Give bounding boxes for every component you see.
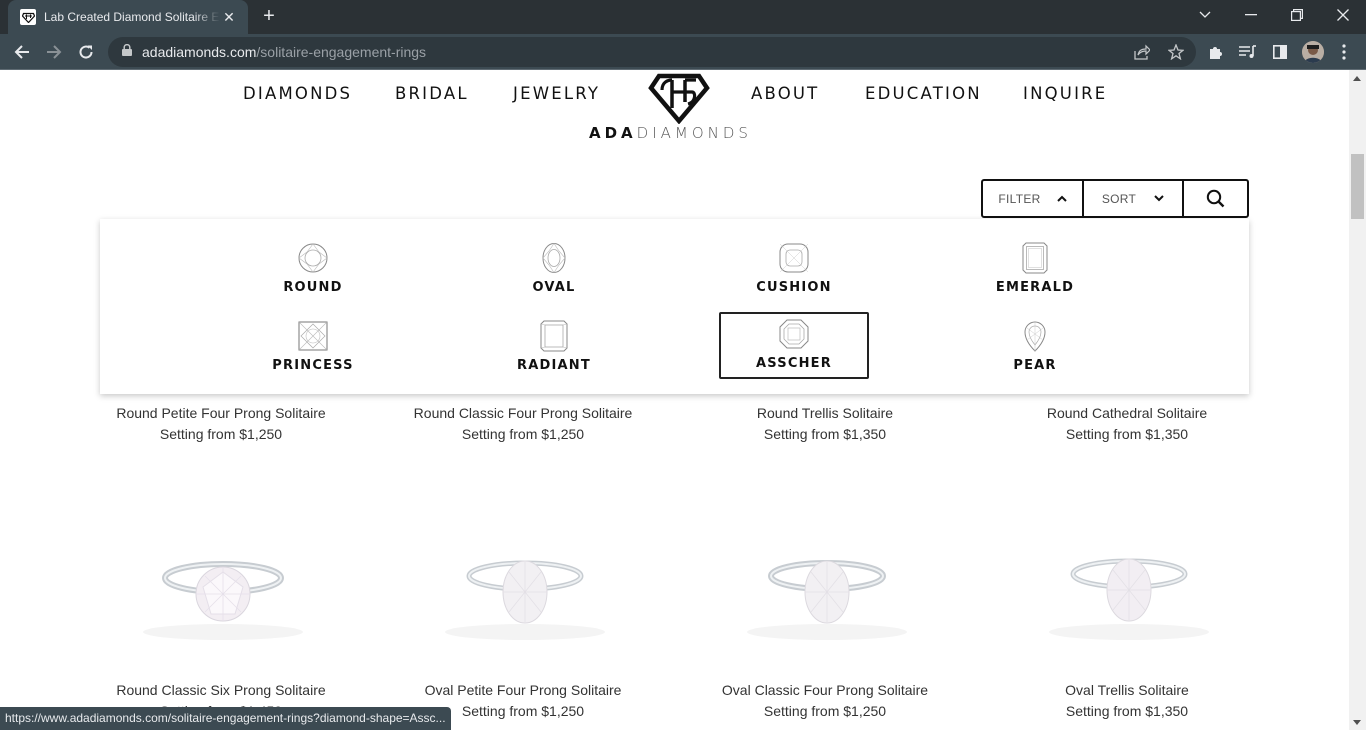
- nav-about[interactable]: ABOUT: [751, 84, 819, 103]
- round-diamond-icon: [298, 243, 328, 273]
- address-bar[interactable]: adadiamonds.com/solitaire-engagement-rin…: [108, 37, 1196, 67]
- product-name[interactable]: Round Classic Six Prong Solitaire: [71, 680, 371, 701]
- emerald-diamond-icon: [1022, 242, 1048, 274]
- product-name[interactable]: Round Trellis Solitaire: [675, 403, 975, 424]
- share-icon[interactable]: [1134, 44, 1151, 60]
- url-host: adadiamonds.com: [142, 44, 257, 60]
- page-scrollbar[interactable]: [1349, 70, 1366, 730]
- link-status-bubble: https://www.adadiamonds.com/solitaire-en…: [0, 707, 451, 730]
- product-name[interactable]: Round Petite Four Prong Solitaire: [71, 403, 371, 424]
- shape-option-pear[interactable]: PEAR: [960, 314, 1110, 380]
- scroll-up-arrow-icon[interactable]: [1353, 76, 1361, 81]
- search-button[interactable]: [1182, 181, 1247, 216]
- ada-logo-wordmark[interactable]: ADADIAMONDS: [589, 124, 752, 142]
- ring-image-oval-petite[interactable]: [425, 532, 625, 642]
- browser-tab-active[interactable]: Lab Created Diamond Solitaire Engagement…: [8, 0, 248, 34]
- asscher-diamond-icon: [779, 319, 809, 349]
- product-card[interactable]: Oval Trellis Solitaire Setting from $1,3…: [977, 680, 1277, 722]
- extensions-puzzle-icon[interactable]: [1206, 42, 1226, 62]
- product-price: Setting from $1,350: [1065, 703, 1189, 719]
- ring-image-round-six-prong[interactable]: [123, 532, 323, 642]
- shape-option-princess[interactable]: PRINCESS: [238, 314, 388, 380]
- filter-label: FILTER: [998, 191, 1041, 206]
- web-page: DIAMONDS BRIDAL JEWELRY ADADIAMONDS ABOU…: [0, 70, 1349, 730]
- shape-option-emerald[interactable]: EMERALD: [960, 236, 1110, 302]
- forward-button[interactable]: [40, 38, 68, 66]
- close-window-button[interactable]: [1320, 0, 1366, 30]
- product-card[interactable]: Round Cathedral Solitaire Setting from $…: [977, 403, 1277, 445]
- back-button[interactable]: [8, 38, 36, 66]
- product-card[interactable]: Round Classic Four Prong Solitaire Setti…: [373, 403, 673, 445]
- product-card[interactable]: Round Petite Four Prong Solitaire Settin…: [71, 403, 371, 445]
- nav-education[interactable]: EDUCATION: [865, 84, 982, 103]
- chevron-up-icon: [1056, 195, 1067, 202]
- side-panel-icon[interactable]: [1270, 42, 1290, 62]
- minimize-button[interactable]: [1228, 0, 1274, 30]
- bookmark-star-icon[interactable]: [1167, 43, 1185, 61]
- nav-bridal[interactable]: BRIDAL: [395, 84, 469, 103]
- product-name[interactable]: Round Cathedral Solitaire: [977, 403, 1277, 424]
- shape-option-radiant[interactable]: RADIANT: [479, 314, 629, 380]
- nav-inquire[interactable]: INQUIRE: [1023, 84, 1107, 103]
- profile-avatar[interactable]: [1302, 41, 1324, 63]
- ada-favicon-icon: [20, 9, 36, 25]
- product-price: Setting from $1,250: [461, 426, 585, 442]
- scroll-down-arrow-icon[interactable]: [1353, 720, 1361, 725]
- product-name[interactable]: Oval Trellis Solitaire: [977, 680, 1277, 701]
- chevron-down-icon: [1154, 195, 1164, 202]
- search-icon: [1206, 189, 1225, 208]
- product-name[interactable]: Oval Classic Four Prong Solitaire: [675, 680, 975, 701]
- restore-button[interactable]: [1274, 0, 1320, 30]
- product-card[interactable]: Round Trellis Solitaire Setting from $1,…: [675, 403, 975, 445]
- browser-tab-strip: Lab Created Diamond Solitaire Engagement…: [0, 0, 1366, 34]
- shape-option-oval[interactable]: OVAL: [479, 236, 629, 302]
- filter-sort-search-bar: FILTER SORT: [981, 179, 1249, 218]
- product-card[interactable]: Oval Classic Four Prong Solitaire Settin…: [675, 680, 975, 722]
- princess-diamond-icon: [298, 321, 328, 351]
- cushion-diamond-icon: [779, 243, 809, 273]
- product-price: Setting from $1,350: [1065, 426, 1189, 442]
- diamond-shape-filter-panel: ROUND OVAL CUSHION EMERALD PRINCESS RADI…: [100, 219, 1249, 394]
- product-price: Setting from $1,250: [763, 703, 887, 719]
- ada-logo-icon[interactable]: [648, 72, 710, 124]
- filter-button[interactable]: FILTER: [983, 181, 1082, 216]
- tab-search-chevron-icon[interactable]: [1182, 0, 1228, 30]
- tab-title: Lab Created Diamond Solitaire Engagement…: [44, 10, 220, 24]
- product-name[interactable]: Round Classic Four Prong Solitaire: [373, 403, 673, 424]
- reload-button[interactable]: [72, 38, 100, 66]
- scrollbar-thumb[interactable]: [1351, 154, 1364, 219]
- product-name[interactable]: Oval Petite Four Prong Solitaire: [373, 680, 673, 701]
- shape-option-round[interactable]: ROUND: [238, 236, 388, 302]
- oval-diamond-icon: [542, 242, 566, 274]
- media-queue-icon[interactable]: [1238, 42, 1258, 62]
- sort-button[interactable]: SORT: [1082, 181, 1182, 216]
- nav-diamonds[interactable]: DIAMONDS: [243, 84, 352, 103]
- browser-toolbar: adadiamonds.com/solitaire-engagement-rin…: [0, 34, 1366, 70]
- product-price: Setting from $1,350: [763, 426, 887, 442]
- shape-option-cushion[interactable]: CUSHION: [719, 236, 869, 302]
- product-price: Setting from $1,250: [159, 426, 283, 442]
- new-tab-button[interactable]: +: [258, 6, 280, 28]
- nav-jewelry[interactable]: JEWELRY: [513, 84, 600, 103]
- pear-diamond-icon: [1024, 321, 1046, 352]
- ring-image-oval-trellis[interactable]: [1029, 532, 1229, 642]
- shape-option-asscher[interactable]: ASSCHER: [719, 312, 869, 379]
- sort-label: SORT: [1101, 191, 1137, 206]
- tab-close-icon[interactable]: ✕: [220, 9, 238, 26]
- radiant-diamond-icon: [540, 320, 568, 352]
- ring-image-oval-classic[interactable]: [727, 532, 927, 642]
- url-path: /solitaire-engagement-rings: [256, 44, 427, 60]
- chrome-menu-icon[interactable]: [1334, 42, 1354, 62]
- lock-icon: [122, 43, 132, 61]
